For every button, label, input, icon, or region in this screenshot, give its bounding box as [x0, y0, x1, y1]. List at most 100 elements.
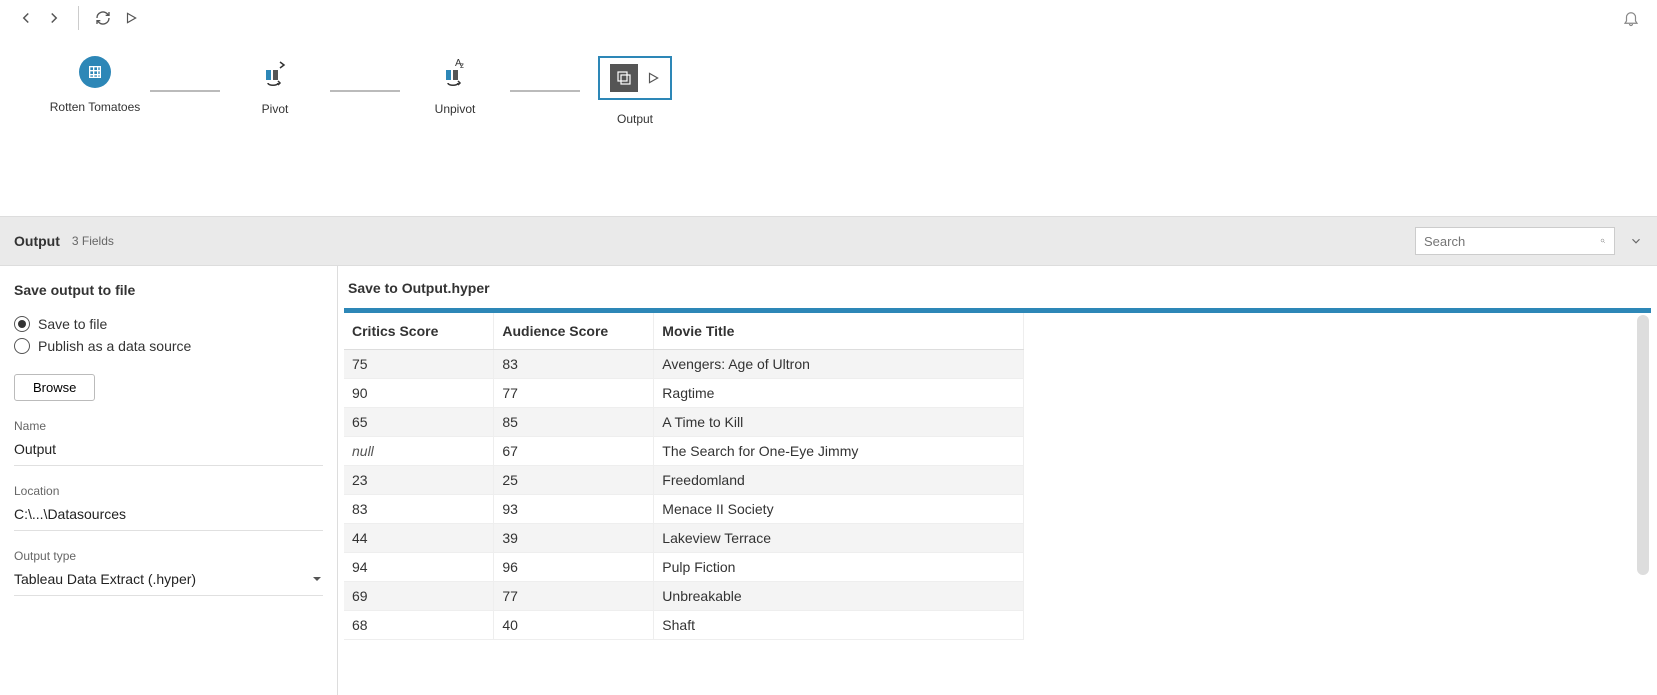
table-row[interactable]: 6840Shaft [344, 611, 1024, 640]
pivot-icon [257, 56, 293, 90]
table-row[interactable]: 9077Ragtime [344, 379, 1024, 408]
search-box[interactable] [1415, 227, 1615, 255]
cell-audience: 40 [494, 611, 654, 640]
forward-button[interactable] [40, 4, 68, 32]
table-row[interactable]: 8393Menace II Society [344, 495, 1024, 524]
cell-audience: 25 [494, 466, 654, 495]
datasource-icon [79, 56, 111, 88]
cell-title: Menace II Society [654, 495, 1024, 524]
cell-critics: 75 [344, 350, 494, 379]
column-header[interactable]: Audience Score [494, 313, 654, 350]
output-type-field-group: Output type Tableau Data Extract (.hyper… [14, 549, 323, 596]
cell-title: Pulp Fiction [654, 553, 1024, 582]
cell-title: Ragtime [654, 379, 1024, 408]
cell-title: Unbreakable [654, 582, 1024, 611]
search-icon [1600, 234, 1606, 248]
vertical-scrollbar[interactable] [1637, 315, 1649, 575]
radio-icon [14, 338, 30, 354]
location-value[interactable]: C:\...\Datasources [14, 502, 323, 531]
left-panel-heading: Save output to file [14, 282, 323, 298]
radio-publish[interactable]: Publish as a data source [14, 338, 323, 354]
left-panel: Save output to file Save to file Publish… [0, 266, 338, 695]
flow-canvas[interactable]: Rotten Tomatoes Pivot A z Unp [0, 36, 1657, 216]
cell-title: Shaft [654, 611, 1024, 640]
search-input[interactable] [1424, 234, 1600, 249]
table-row[interactable]: null67The Search for One-Eye Jimmy [344, 437, 1024, 466]
pane-subtitle: 3 Fields [72, 234, 114, 248]
right-panel-heading: Save to Output.hyper [338, 266, 1657, 308]
flow-node-pivot[interactable]: Pivot [220, 56, 330, 116]
run-button[interactable] [117, 4, 145, 32]
cell-audience: 85 [494, 408, 654, 437]
pane-header: Output 3 Fields [0, 216, 1657, 266]
cell-audience: 77 [494, 582, 654, 611]
flow-node-label: Pivot [262, 102, 289, 116]
cell-title: A Time to Kill [654, 408, 1024, 437]
unpivot-icon: A z [437, 56, 473, 90]
name-field-group: Name Output [14, 419, 323, 466]
cell-critics: null [344, 437, 494, 466]
cell-audience: 77 [494, 379, 654, 408]
output-type-value: Tableau Data Extract (.hyper) [14, 571, 196, 587]
column-header[interactable]: Critics Score [344, 313, 494, 350]
table-row[interactable]: 6977Unbreakable [344, 582, 1024, 611]
pane-title: Output [14, 233, 60, 249]
flow-node-label: Unpivot [435, 102, 476, 116]
cell-audience: 93 [494, 495, 654, 524]
output-icon [610, 64, 638, 92]
column-header[interactable]: Movie Title [654, 313, 1024, 350]
cell-title: The Search for One-Eye Jimmy [654, 437, 1024, 466]
radio-label: Publish as a data source [38, 338, 191, 354]
cell-critics: 94 [344, 553, 494, 582]
toolbar [0, 0, 1657, 36]
flow-node-label: Output [617, 112, 653, 126]
name-value[interactable]: Output [14, 437, 323, 466]
flow-connector [150, 90, 220, 92]
cell-critics: 83 [344, 495, 494, 524]
cell-audience: 96 [494, 553, 654, 582]
svg-text:z: z [460, 61, 464, 70]
cell-audience: 39 [494, 524, 654, 553]
table-row[interactable]: 6585A Time to Kill [344, 408, 1024, 437]
name-label: Name [14, 419, 323, 433]
cell-critics: 65 [344, 408, 494, 437]
browse-button[interactable]: Browse [14, 374, 95, 401]
toolbar-divider [78, 6, 79, 30]
chevron-down-icon [311, 573, 323, 585]
table-row[interactable]: 9496Pulp Fiction [344, 553, 1024, 582]
refresh-button[interactable] [89, 4, 117, 32]
cell-audience: 67 [494, 437, 654, 466]
radio-label: Save to file [38, 316, 107, 332]
cell-critics: 90 [344, 379, 494, 408]
cell-title: Avengers: Age of Ultron [654, 350, 1024, 379]
flow-node-output[interactable]: Output [580, 56, 690, 126]
cell-critics: 69 [344, 582, 494, 611]
cell-title: Freedomland [654, 466, 1024, 495]
cell-audience: 83 [494, 350, 654, 379]
output-type-select[interactable]: Tableau Data Extract (.hyper) [14, 567, 323, 596]
table-row[interactable]: 4439Lakeview Terrace [344, 524, 1024, 553]
radio-save-to-file[interactable]: Save to file [14, 316, 323, 332]
flow-node-unpivot[interactable]: A z Unpivot [400, 56, 510, 116]
output-box [598, 56, 672, 100]
flow-node-label: Rotten Tomatoes [50, 100, 141, 114]
flow-connector [510, 90, 580, 92]
preview-table: Critics Score Audience Score Movie Title… [344, 313, 1024, 640]
cell-title: Lakeview Terrace [654, 524, 1024, 553]
flow-node-input[interactable]: Rotten Tomatoes [40, 56, 150, 114]
radio-icon [14, 316, 30, 332]
table-row[interactable]: 2325Freedomland [344, 466, 1024, 495]
back-button[interactable] [12, 4, 40, 32]
right-panel: Save to Output.hyper Critics Score Audie… [338, 266, 1657, 695]
cell-critics: 23 [344, 466, 494, 495]
table-row[interactable]: 7583Avengers: Age of Ultron [344, 350, 1024, 379]
lower-panes: Save output to file Save to file Publish… [0, 266, 1657, 695]
location-label: Location [14, 484, 323, 498]
cell-critics: 44 [344, 524, 494, 553]
collapse-toggle[interactable] [1629, 234, 1643, 248]
notifications-button[interactable] [1617, 4, 1645, 32]
play-icon [646, 71, 660, 85]
location-field-group: Location C:\...\Datasources [14, 484, 323, 531]
table-wrap[interactable]: Critics Score Audience Score Movie Title… [344, 313, 1651, 695]
cell-critics: 68 [344, 611, 494, 640]
